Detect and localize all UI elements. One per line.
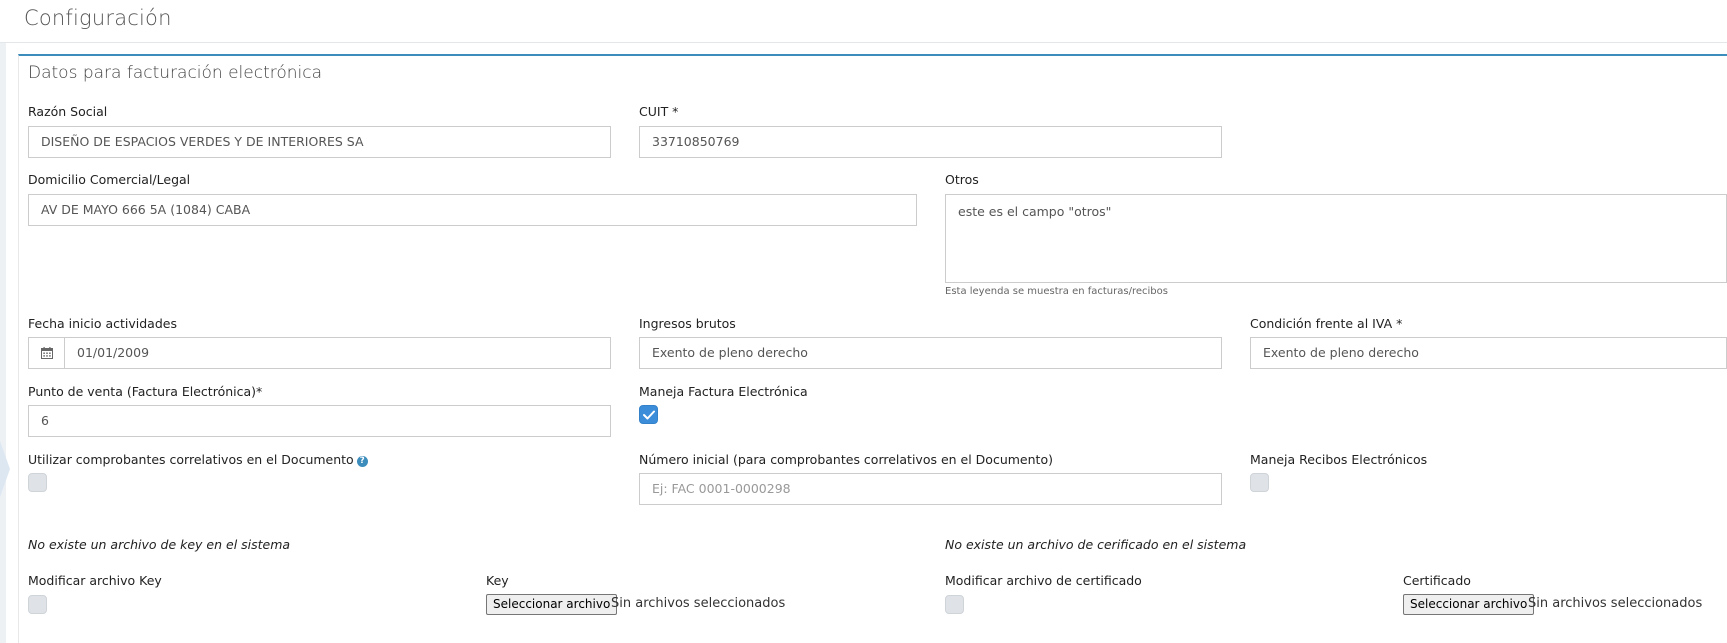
check-icon — [642, 410, 655, 419]
key-label: Key — [486, 573, 509, 588]
modificar-cert-checkbox[interactable] — [945, 595, 964, 614]
modificar-cert-label: Modificar archivo de certificado — [945, 573, 1142, 588]
key-missing-note: No existe un archivo de key en el sistem… — [28, 537, 291, 552]
cert-missing-note: No existe un archivo de cerificado en el… — [945, 537, 1247, 552]
condicion-iva-label: Condición frente al IVA * — [1250, 316, 1403, 331]
correlativos-label: Utilizar comprobantes correlativos en el… — [28, 452, 368, 467]
correlativos-label-text: Utilizar comprobantes correlativos en el… — [28, 452, 354, 467]
maneja-factura-checkbox[interactable] — [639, 405, 658, 424]
modificar-key-checkbox[interactable] — [28, 595, 47, 614]
otros-textarea[interactable]: este es el campo "otros" — [945, 194, 1727, 283]
fecha-inicio-input[interactable]: 01/01/2009 — [64, 337, 611, 369]
cert-file-status: Sin archivos seleccionados — [1528, 596, 1703, 611]
razon-social-input[interactable]: DISEÑO DE ESPACIOS VERDES Y DE INTERIORE… — [28, 126, 611, 158]
otros-label: Otros — [945, 172, 979, 187]
correlativos-checkbox[interactable] — [28, 473, 47, 492]
key-file-button[interactable]: Seleccionar archivo — [486, 594, 618, 615]
panel-title: Datos para facturación electrónica — [28, 63, 323, 83]
condicion-iva-select[interactable]: Exento de pleno derecho — [1250, 337, 1727, 369]
punto-venta-input[interactable]: 6 — [28, 405, 611, 437]
page-title: Configuración — [24, 6, 172, 30]
maneja-recibos-checkbox[interactable] — [1250, 473, 1269, 492]
maneja-recibos-label: Maneja Recibos Electrónicos — [1250, 452, 1428, 467]
numero-inicial-label: Número inicial (para comprobantes correl… — [639, 452, 1053, 467]
ingresos-brutos-label: Ingresos brutos — [639, 316, 736, 331]
key-file-status: Sin archivos seleccionados — [611, 596, 786, 611]
fecha-inicio-label: Fecha inicio actividades — [28, 316, 177, 331]
calendar-addon[interactable] — [28, 337, 65, 369]
title-divider — [0, 42, 1727, 43]
cuit-input[interactable]: 33710850769 — [639, 126, 1222, 158]
sidebar-collapse-arrow[interactable] — [0, 441, 10, 497]
razon-social-label: Razón Social — [28, 104, 108, 119]
domicilio-label: Domicilio Comercial/Legal — [28, 172, 191, 187]
cuit-label: CUIT * — [639, 104, 679, 119]
question-icon[interactable]: ? — [356, 456, 368, 467]
otros-help-text: Esta leyenda se muestra en facturas/reci… — [945, 286, 1168, 297]
cert-file-button[interactable]: Seleccionar archivo — [1403, 594, 1535, 615]
calendar-icon — [40, 347, 53, 359]
certificado-label: Certificado — [1403, 573, 1471, 588]
maneja-factura-label: Maneja Factura Electrónica — [639, 384, 808, 399]
left-gutter — [0, 42, 6, 643]
domicilio-input[interactable]: AV DE MAYO 666 5A (1084) CABA — [28, 194, 917, 226]
ingresos-brutos-input[interactable]: Exento de pleno derecho — [639, 337, 1222, 369]
punto-venta-label: Punto de venta (Factura Electrónica)* — [28, 384, 263, 399]
numero-inicial-input[interactable]: Ej: FAC 0001-0000298 — [639, 473, 1222, 505]
modificar-key-label: Modificar archivo Key — [28, 573, 162, 588]
